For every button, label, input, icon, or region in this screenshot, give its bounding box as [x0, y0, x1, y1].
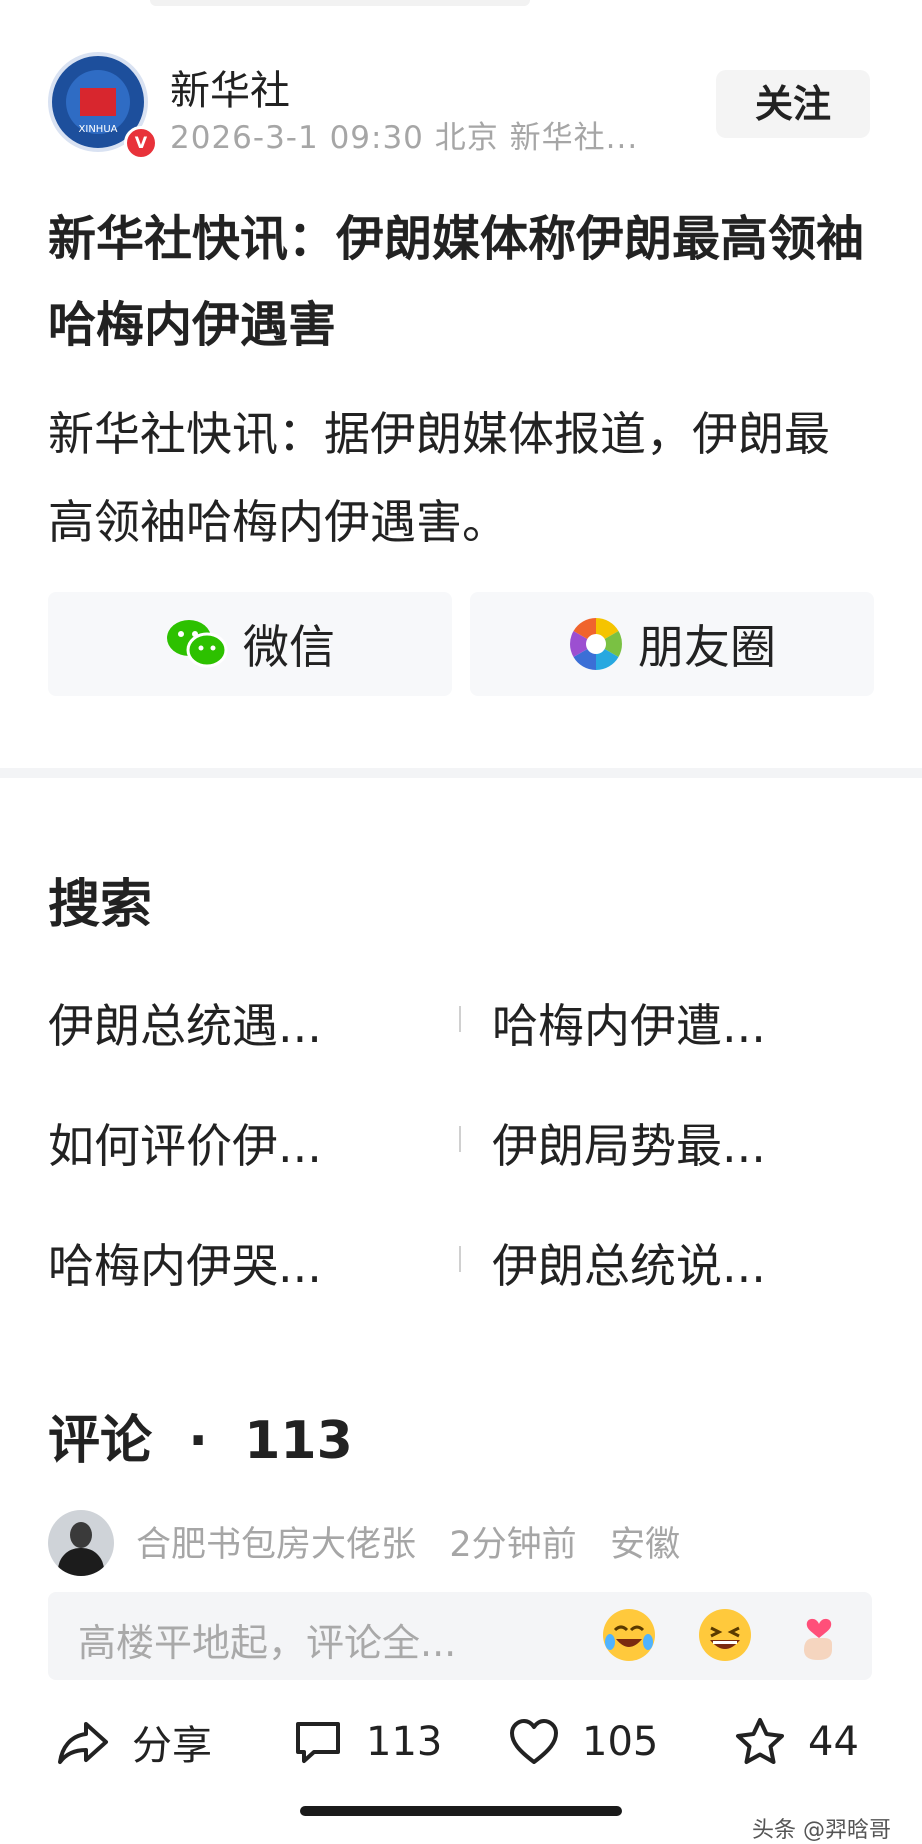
grin-emoji-icon[interactable]: [696, 1606, 754, 1664]
share-label: 分享: [132, 1723, 212, 1769]
share-icon: [58, 1722, 108, 1764]
star-icon: [736, 1718, 784, 1764]
search-suggestion[interactable]: 哈梅内伊哭...: [48, 1230, 322, 1296]
share-wechat-button[interactable]: 微信: [48, 592, 452, 696]
finger-heart-emoji-icon[interactable]: [790, 1606, 848, 1664]
like-count: 105: [582, 1719, 659, 1765]
comments-dot: ·: [170, 1411, 227, 1471]
comment-icon: [296, 1722, 340, 1763]
favorite-action[interactable]: 44: [734, 1712, 859, 1772]
heart-icon: [510, 1719, 558, 1764]
wechat-icon: [167, 620, 228, 668]
verified-badge-icon: V: [124, 126, 158, 160]
avatar-body: [58, 1548, 104, 1576]
article-body: 新华社快讯：据伊朗媒体报道，伊朗最高领袖哈梅内伊遇害。: [48, 407, 830, 549]
like-action[interactable]: 105: [508, 1712, 658, 1772]
section-divider: [0, 768, 922, 778]
commenter-name[interactable]: 合肥书包房大佬张: [136, 1525, 416, 1565]
previous-card-edge: [150, 0, 530, 6]
search-suggestion[interactable]: 伊朗总统遇...: [48, 990, 322, 1056]
comment-action[interactable]: 113: [292, 1712, 442, 1772]
moments-icon: [570, 618, 622, 670]
home-indicator[interactable]: [300, 1806, 622, 1816]
moments-label: 朋友圈: [638, 620, 776, 674]
laugh-cry-emoji-icon[interactable]: [600, 1606, 658, 1664]
comment-location: 安徽: [610, 1525, 681, 1565]
search-section-title: 搜索: [48, 875, 153, 935]
suggestion-separator: [459, 1246, 461, 1272]
commenter-info: 合肥书包房大佬张 2分钟前 安徽: [136, 1516, 680, 1567]
favorite-count: 44: [808, 1719, 859, 1765]
suggestion-separator: [459, 1126, 461, 1152]
search-suggestion[interactable]: 如何评价伊...: [48, 1110, 322, 1176]
logo-glyph: [80, 88, 116, 116]
search-suggestion[interactable]: 哈梅内伊遭...: [492, 990, 766, 1056]
watermark: 头条 @羿晗哥: [752, 1818, 891, 1843]
comments-title: 评论: [48, 1411, 153, 1471]
article-headline: 新华社快讯：伊朗媒体称伊朗最高领袖哈梅内伊遇害: [48, 211, 865, 353]
share-action[interactable]: 分享: [56, 1712, 212, 1772]
wechat-label: 微信: [243, 620, 335, 674]
comments-header: 评论 · 113: [48, 1398, 353, 1473]
comment-count: 113: [366, 1719, 443, 1765]
suggestion-separator: [459, 1006, 461, 1032]
post-meta: 2026-3-1 09:30 北京 新华社...: [170, 120, 639, 156]
follow-button[interactable]: 关注: [716, 70, 870, 138]
search-suggestion[interactable]: 伊朗局势最...: [492, 1110, 766, 1176]
comment-time: 2分钟前: [449, 1525, 577, 1565]
comment-input[interactable]: 高楼平地起，评论全...: [48, 1592, 872, 1680]
author-name[interactable]: 新华社: [170, 58, 290, 116]
share-moments-button[interactable]: 朋友圈: [470, 592, 874, 696]
search-suggestion[interactable]: 伊朗总统说...: [492, 1230, 766, 1296]
comment-input-placeholder: 高楼平地起，评论全...: [78, 1621, 457, 1665]
commenter-avatar[interactable]: [48, 1510, 114, 1576]
comments-count: 113: [244, 1411, 353, 1471]
avatar-head: [70, 1522, 92, 1548]
